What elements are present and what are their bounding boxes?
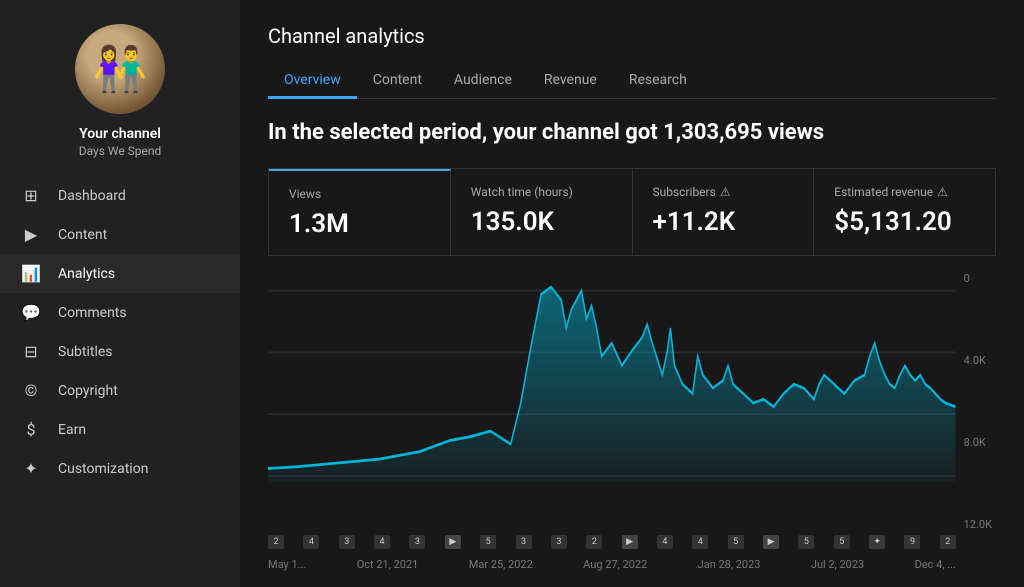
sidebar-item-label: Customization bbox=[58, 461, 148, 477]
x-axis-label: Aug 27, 2022 bbox=[583, 558, 647, 571]
sidebar-item-subtitles[interactable]: ⊟ Subtitles bbox=[0, 332, 240, 371]
copyright-icon: © bbox=[20, 381, 42, 400]
tab-content[interactable]: Content bbox=[357, 64, 438, 99]
info-icon[interactable]: ⚠ bbox=[937, 185, 948, 199]
timeline-marker[interactable]: 3 bbox=[551, 535, 567, 549]
timeline-marker[interactable]: ▶ bbox=[622, 535, 638, 549]
page-title: Channel analytics bbox=[268, 24, 996, 48]
sidebar-item-comments[interactable]: 💬 Comments bbox=[0, 293, 240, 332]
sidebar-item-customization[interactable]: ✦ Customization bbox=[0, 449, 240, 488]
y-axis: 12.0K 8.0K 4.0K 0 bbox=[964, 272, 996, 531]
customization-icon: ✦ bbox=[20, 459, 42, 478]
chart-container: 12.0K 8.0K 4.0K 0 May 1... Oct 21, 2021 Mar 2… bbox=[268, 272, 996, 571]
channel-avatar bbox=[75, 24, 165, 114]
tab-revenue[interactable]: Revenue bbox=[528, 64, 613, 99]
channel-name: Your channel bbox=[79, 126, 161, 142]
timeline-marker[interactable]: 9 bbox=[904, 535, 920, 549]
timeline-marker[interactable]: 3 bbox=[339, 535, 355, 549]
y-axis-label: 0 bbox=[964, 272, 992, 285]
x-axis-label: May 1... bbox=[268, 558, 306, 571]
metric-label-subscribers: Subscribers ⚠ bbox=[653, 185, 794, 199]
x-axis-label: Dec 4, ... bbox=[915, 558, 956, 571]
metric-views[interactable]: Views 1.3M bbox=[269, 169, 451, 255]
sidebar-item-earn[interactable]: $ Earn bbox=[0, 410, 240, 449]
timeline-marker[interactable]: 4 bbox=[303, 535, 319, 549]
timeline-marker[interactable]: ▶ bbox=[445, 535, 461, 549]
sidebar-navigation: ⊞ Dashboard ▶ Content 📊 Analytics 💬 Comm… bbox=[0, 176, 240, 488]
metric-label-estimated_revenue: Estimated revenue ⚠ bbox=[834, 185, 975, 199]
tab-bar: OverviewContentAudienceRevenueResearch bbox=[268, 64, 996, 99]
avatar-image bbox=[75, 24, 165, 114]
sidebar-item-label: Comments bbox=[58, 305, 127, 321]
sidebar-item-analytics[interactable]: 📊 Analytics bbox=[0, 254, 240, 293]
x-axis-label: Oct 21, 2021 bbox=[357, 558, 419, 571]
sidebar-item-dashboard[interactable]: ⊞ Dashboard bbox=[0, 176, 240, 215]
y-axis-label: 4.0K bbox=[964, 354, 992, 367]
sidebar-item-label: Subtitles bbox=[58, 344, 113, 360]
timeline-marker[interactable]: ✦ bbox=[869, 535, 885, 549]
sidebar-item-copyright[interactable]: © Copyright bbox=[0, 371, 240, 410]
metric-value-views: 1.3M bbox=[289, 209, 430, 239]
timeline-marker[interactable]: 4 bbox=[374, 535, 390, 549]
x-axis: May 1... Oct 21, 2021 Mar 25, 2022 Aug 27, … bbox=[268, 554, 956, 571]
metric-value-subscribers: +11.2K bbox=[653, 207, 794, 237]
content-icon: ▶ bbox=[20, 225, 42, 244]
y-axis-label: 12.0K bbox=[964, 518, 992, 531]
x-axis-label: Jul 2, 2023 bbox=[811, 558, 864, 571]
chart-svg bbox=[268, 272, 996, 571]
metric-label-views: Views bbox=[289, 187, 430, 201]
comments-icon: 💬 bbox=[20, 303, 42, 322]
metrics-row: Views 1.3M Watch time (hours) 135.0K Sub… bbox=[268, 168, 996, 256]
tab-overview[interactable]: Overview bbox=[268, 64, 357, 99]
metric-estimated_revenue[interactable]: Estimated revenue ⚠ $5,131.20 bbox=[814, 169, 995, 255]
timeline-marker[interactable]: 4 bbox=[657, 535, 673, 549]
timeline-marker[interactable]: 5 bbox=[798, 535, 814, 549]
metric-value-estimated_revenue: $5,131.20 bbox=[834, 207, 975, 237]
timeline-marker[interactable]: 2 bbox=[586, 535, 602, 549]
timeline-marker[interactable]: 5 bbox=[834, 535, 850, 549]
sidebar-item-label: Copyright bbox=[58, 383, 118, 399]
sidebar-item-content[interactable]: ▶ Content bbox=[0, 215, 240, 254]
metric-subscribers[interactable]: Subscribers ⚠ +11.2K bbox=[633, 169, 815, 255]
timeline-marker[interactable]: 5 bbox=[480, 535, 496, 549]
timeline-marker[interactable]: 4 bbox=[692, 535, 708, 549]
timeline-marker[interactable]: 2 bbox=[268, 535, 284, 549]
sidebar-item-label: Content bbox=[58, 227, 107, 243]
info-icon[interactable]: ⚠ bbox=[720, 185, 731, 199]
dashboard-icon: ⊞ bbox=[20, 186, 42, 205]
main-content: Channel analytics OverviewContentAudienc… bbox=[240, 0, 1024, 587]
sidebar: Your channel Days We Spend ⊞ Dashboard ▶… bbox=[0, 0, 240, 587]
metric-label-watch_time: Watch time (hours) bbox=[471, 185, 612, 199]
timeline-marker[interactable]: 2 bbox=[940, 535, 956, 549]
metric-value-watch_time: 135.0K bbox=[471, 207, 612, 237]
timeline-marker[interactable]: 5 bbox=[728, 535, 744, 549]
timeline-marker[interactable]: 3 bbox=[516, 535, 532, 549]
x-axis-label: Jan 28, 2023 bbox=[698, 558, 761, 571]
timeline-markers: 2 4 3 4 3 ▶ 5 3 3 2 ▶ 4 4 5 ▶ 5 5 ✦ 9 2 bbox=[268, 535, 956, 549]
earn-icon: $ bbox=[20, 420, 42, 439]
tab-audience[interactable]: Audience bbox=[438, 64, 528, 99]
tab-research[interactable]: Research bbox=[613, 64, 703, 99]
sidebar-item-label: Earn bbox=[58, 422, 86, 438]
sidebar-item-label: Analytics bbox=[58, 266, 115, 282]
y-axis-label: 8.0K bbox=[964, 436, 992, 449]
headline-text: In the selected period, your channel got… bbox=[268, 119, 996, 148]
analytics-icon: 📊 bbox=[20, 264, 42, 283]
subtitles-icon: ⊟ bbox=[20, 342, 42, 361]
metric-watch_time[interactable]: Watch time (hours) 135.0K bbox=[451, 169, 633, 255]
x-axis-label: Mar 25, 2022 bbox=[469, 558, 533, 571]
channel-subtitle: Days We Spend bbox=[79, 144, 162, 158]
timeline-marker[interactable]: ▶ bbox=[763, 535, 779, 549]
timeline-marker[interactable]: 3 bbox=[409, 535, 425, 549]
sidebar-item-label: Dashboard bbox=[58, 188, 126, 204]
